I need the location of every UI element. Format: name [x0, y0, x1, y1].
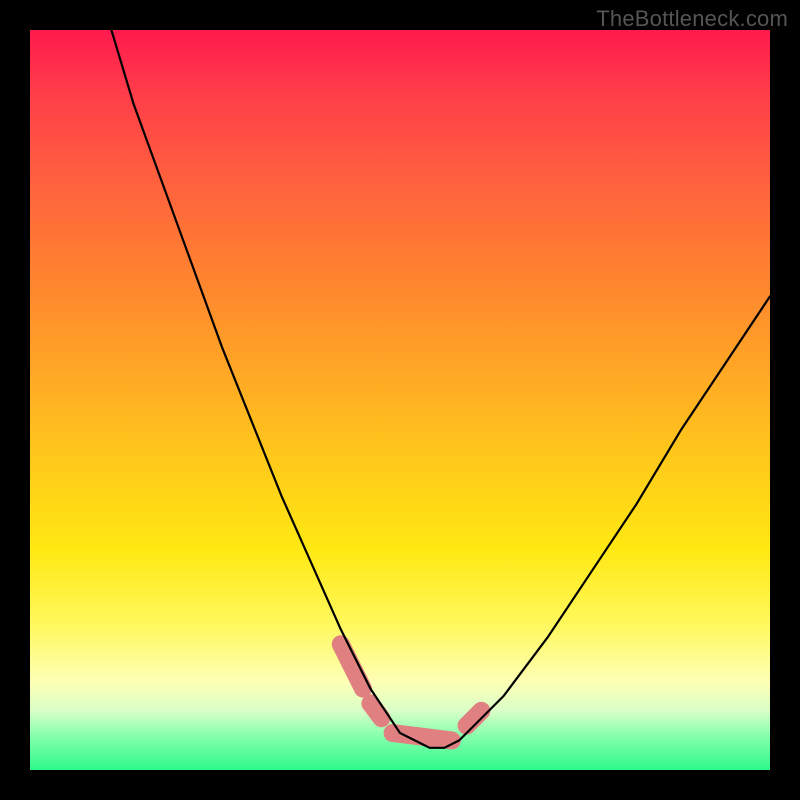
chart-frame: TheBottleneck.com — [0, 0, 800, 800]
watermark-text: TheBottleneck.com — [596, 6, 788, 32]
bottleneck-curve-line — [111, 30, 770, 748]
chart-svg — [30, 30, 770, 770]
highlight-worm-segment — [467, 711, 482, 726]
highlight-worm — [341, 644, 482, 740]
plot-area — [30, 30, 770, 770]
highlight-worm-segment — [370, 703, 381, 718]
